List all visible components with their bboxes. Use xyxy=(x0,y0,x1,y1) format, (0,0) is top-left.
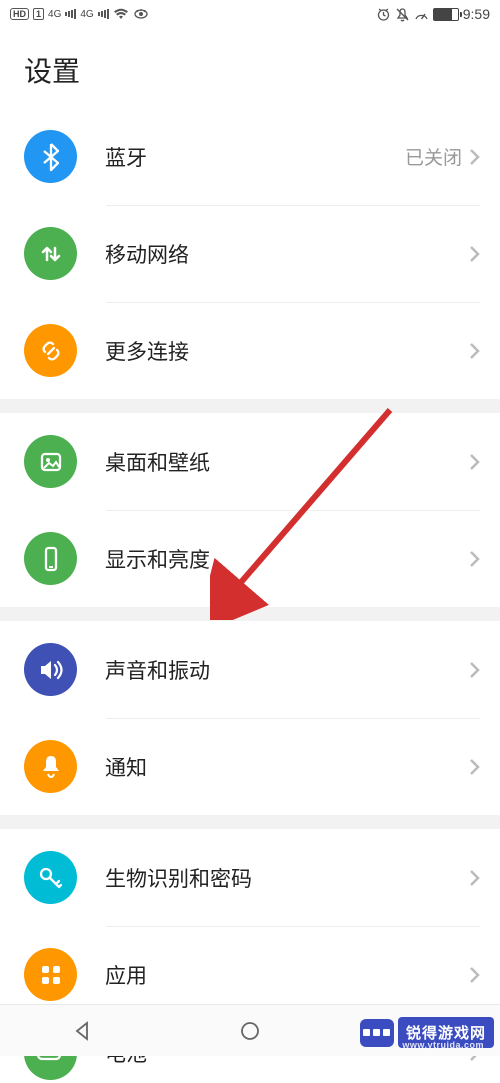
hd-badge: HD xyxy=(10,8,29,20)
chevron-right-icon xyxy=(468,452,480,472)
chevron-right-icon xyxy=(468,757,480,777)
alarm-icon xyxy=(376,7,391,22)
row-label: 生物识别和密码 xyxy=(105,863,468,893)
chevron-right-icon xyxy=(468,549,480,569)
row-label: 蓝牙 xyxy=(105,142,405,172)
bluetooth-icon xyxy=(24,130,77,183)
status-left: HD 1 4G 4G xyxy=(10,8,149,20)
link-icon xyxy=(24,324,77,377)
row-label: 显示和亮度 xyxy=(105,544,468,574)
signal1-icon xyxy=(65,9,76,19)
watermark-logo-icon xyxy=(360,1019,394,1047)
status-right: 9:59 xyxy=(376,6,490,22)
nav-back-button[interactable] xyxy=(1,1005,166,1056)
row-label: 应用 xyxy=(105,960,468,990)
settings-group-1: 蓝牙 已关闭 移动网络 更多连接 xyxy=(0,108,500,399)
chevron-right-icon xyxy=(468,965,480,985)
row-biometrics-password[interactable]: 生物识别和密码 xyxy=(0,829,500,926)
row-home-wallpaper[interactable]: 桌面和壁纸 xyxy=(0,413,500,510)
sim1-indicator: 1 xyxy=(33,8,44,20)
row-more-connections[interactable]: 更多连接 xyxy=(0,302,500,399)
chevron-right-icon xyxy=(468,341,480,361)
chevron-right-icon xyxy=(468,244,480,264)
settings-group-2: 桌面和壁纸 显示和亮度 xyxy=(0,413,500,607)
battery-icon xyxy=(433,8,459,21)
chevron-right-icon xyxy=(468,868,480,888)
phone-icon xyxy=(24,532,77,585)
image-icon xyxy=(24,435,77,488)
watermark-url: www.ytruida.com xyxy=(402,1040,484,1050)
row-value: 已关闭 xyxy=(405,143,462,170)
row-label: 更多连接 xyxy=(105,336,468,366)
row-label: 声音和振动 xyxy=(105,655,468,685)
row-sound-vibration[interactable]: 声音和振动 xyxy=(0,621,500,718)
net1-label: 4G xyxy=(48,9,61,20)
row-display-brightness[interactable]: 显示和亮度 xyxy=(0,510,500,607)
row-bluetooth[interactable]: 蓝牙 已关闭 xyxy=(0,108,500,205)
bell-icon xyxy=(24,740,77,793)
key-icon xyxy=(24,851,77,904)
eye-comfort-icon xyxy=(133,8,149,20)
status-bar: HD 1 4G 4G 9:59 xyxy=(0,0,500,28)
signal2-icon xyxy=(98,9,109,19)
chevron-right-icon xyxy=(468,147,480,167)
watermark: 锐得游戏网 www.ytruida.com xyxy=(360,1017,494,1048)
nav-home-button[interactable] xyxy=(167,1005,332,1056)
row-label: 桌面和壁纸 xyxy=(105,447,468,477)
row-notifications[interactable]: 通知 xyxy=(0,718,500,815)
net2-label: 4G xyxy=(80,9,93,20)
volume-icon xyxy=(24,643,77,696)
updown-icon xyxy=(24,227,77,280)
chevron-right-icon xyxy=(468,660,480,680)
mute-icon xyxy=(395,7,410,22)
page-title: 设置 xyxy=(0,28,500,108)
row-label: 移动网络 xyxy=(105,239,468,269)
row-label: 通知 xyxy=(105,752,468,782)
clock-label: 9:59 xyxy=(463,6,490,22)
settings-group-3: 声音和振动 通知 xyxy=(0,621,500,815)
grid-icon xyxy=(24,948,77,1001)
speed-icon xyxy=(414,7,429,22)
row-mobile-network[interactable]: 移动网络 xyxy=(0,205,500,302)
wifi-icon xyxy=(113,8,129,20)
